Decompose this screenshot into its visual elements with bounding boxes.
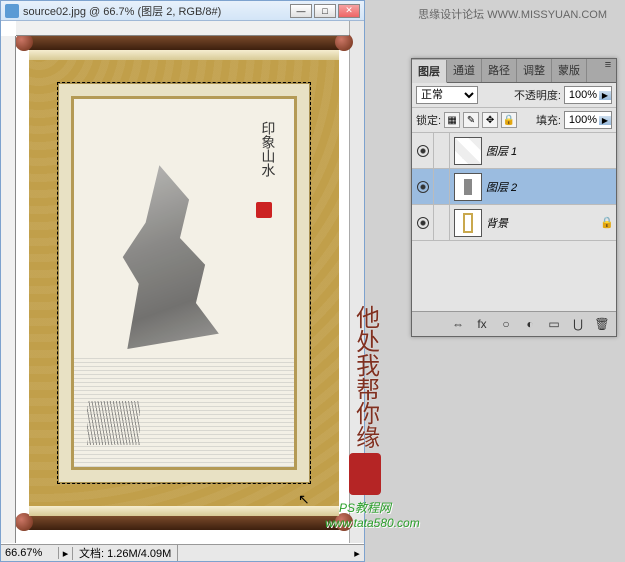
watermark: 他处我帮你缘 PS教程网 www.tata580.com: [325, 305, 405, 530]
layer-name[interactable]: 图层 1: [486, 143, 598, 159]
link-cell[interactable]: [434, 169, 450, 204]
calligraphy-text: 印象山水: [254, 121, 276, 177]
link-cell[interactable]: [434, 205, 450, 240]
panel-tabs: 图层 通道 路径 调整 蒙版 ≡: [412, 59, 616, 83]
doc-info-value: 1.26M/4.09M: [107, 548, 171, 560]
layer-name[interactable]: 图层 2: [486, 179, 598, 195]
maximize-button[interactable]: □: [314, 4, 336, 18]
lock-label: 锁定:: [416, 112, 441, 128]
zoom-field[interactable]: 66.67%: [1, 547, 59, 559]
painting-frame: 印象山水: [71, 96, 297, 470]
eye-icon: [417, 145, 429, 157]
doc-info[interactable]: 文档: 1.26M/4.09M: [73, 545, 178, 561]
fill-label: 填充:: [536, 112, 561, 128]
ruler-horizontal[interactable]: [16, 21, 349, 36]
layer-thumbnail[interactable]: [454, 173, 482, 201]
chevron-right-icon[interactable]: ▶: [599, 91, 611, 100]
watermark-line2: www.tata580.com: [325, 516, 405, 530]
tab-mask[interactable]: 蒙版: [552, 59, 587, 82]
lock-icon: 🔒: [598, 216, 616, 229]
visibility-toggle[interactable]: [412, 169, 434, 204]
layer-row[interactable]: 图层 1: [412, 133, 616, 169]
layer-row[interactable]: 背景🔒: [412, 205, 616, 241]
layer-row[interactable]: 图层 2: [412, 169, 616, 205]
opacity-input[interactable]: ▶: [564, 86, 612, 104]
document-window: source02.jpg @ 66.7% (图层 2, RGB/8#) — □ …: [0, 0, 365, 562]
canvas[interactable]: 印象山水: [29, 36, 339, 530]
panel-footer: ⇔ fx ○ ◐ ▭ ⋃ 🗑: [412, 311, 616, 336]
link-cell[interactable]: [434, 133, 450, 168]
blend-mode-select[interactable]: 正常: [416, 86, 478, 104]
eye-icon: [417, 181, 429, 193]
fill-input[interactable]: ▶: [564, 111, 612, 129]
chevron-right-icon[interactable]: ▶: [599, 116, 611, 125]
app-icon: [5, 4, 19, 18]
tab-paths[interactable]: 路径: [482, 59, 517, 82]
new-group-icon[interactable]: ▭: [544, 315, 564, 333]
new-layer-icon[interactable]: ⋃: [568, 315, 588, 333]
layers-list: 图层 1 图层 2 背景🔒: [412, 133, 616, 311]
layer-thumbnail[interactable]: [454, 137, 482, 165]
opacity-label: 不透明度:: [514, 87, 561, 103]
doc-info-label: 文档:: [79, 548, 104, 560]
watermark-line1: PS教程网: [325, 499, 405, 516]
trash-icon[interactable]: 🗑: [592, 315, 612, 333]
add-mask-icon[interactable]: ○: [496, 315, 516, 333]
credit-text: 思缘设计论坛 WWW.MISSYUAN.COM: [418, 6, 607, 22]
scroll-mat: 印象山水: [57, 82, 311, 484]
layer-thumbnail[interactable]: [454, 209, 482, 237]
scroll-band-top: [29, 50, 339, 60]
lock-transparent-icon[interactable]: ▦: [444, 112, 460, 128]
visibility-toggle[interactable]: [412, 133, 434, 168]
eye-icon: [417, 217, 429, 229]
status-bar: 66.67% ▸ 文档: 1.26M/4.09M ▸: [1, 544, 364, 561]
link-layers-icon[interactable]: ⇔: [448, 315, 468, 333]
lock-all-icon[interactable]: 🔒: [501, 112, 517, 128]
adjustment-layer-icon[interactable]: ◐: [520, 315, 540, 333]
watermark-brush-text: 他处我帮你缘: [352, 305, 377, 449]
window-title: source02.jpg @ 66.7% (图层 2, RGB/8#): [23, 3, 290, 19]
tab-adjust[interactable]: 调整: [517, 59, 552, 82]
lock-fill-row: 锁定: ▦ ✎ ✥ 🔒 填充: ▶: [412, 108, 616, 133]
layer-fx-icon[interactable]: fx: [472, 315, 492, 333]
seal-stamp: [256, 202, 272, 218]
minimize-button[interactable]: —: [290, 4, 312, 18]
titlebar[interactable]: source02.jpg @ 66.7% (图层 2, RGB/8#) — □ …: [1, 1, 364, 21]
layers-panel: 图层 通道 路径 调整 蒙版 ≡ 正常 不透明度: ▶ 锁定: ▦ ✎: [411, 58, 617, 337]
zoom-arrow-icon[interactable]: ▸: [59, 547, 73, 560]
panel-menu-icon[interactable]: ≡: [600, 59, 616, 82]
ruler-vertical[interactable]: [1, 36, 16, 543]
tab-layers[interactable]: 图层: [412, 60, 447, 83]
scroll-band-bottom: [29, 506, 339, 516]
scroll-rod-top: [23, 36, 345, 50]
scroll-rod-bottom: [23, 516, 345, 530]
lock-position-icon[interactable]: ✥: [482, 112, 498, 128]
visibility-toggle[interactable]: [412, 205, 434, 240]
lock-pixels-icon[interactable]: ✎: [463, 112, 479, 128]
close-button[interactable]: ✕: [338, 4, 360, 18]
watermark-seal: [349, 453, 381, 495]
status-expand-icon[interactable]: ▸: [350, 547, 364, 560]
tab-channels[interactable]: 通道: [447, 59, 482, 82]
layer-name[interactable]: 背景: [486, 215, 598, 231]
blend-opacity-row: 正常 不透明度: ▶: [412, 83, 616, 108]
